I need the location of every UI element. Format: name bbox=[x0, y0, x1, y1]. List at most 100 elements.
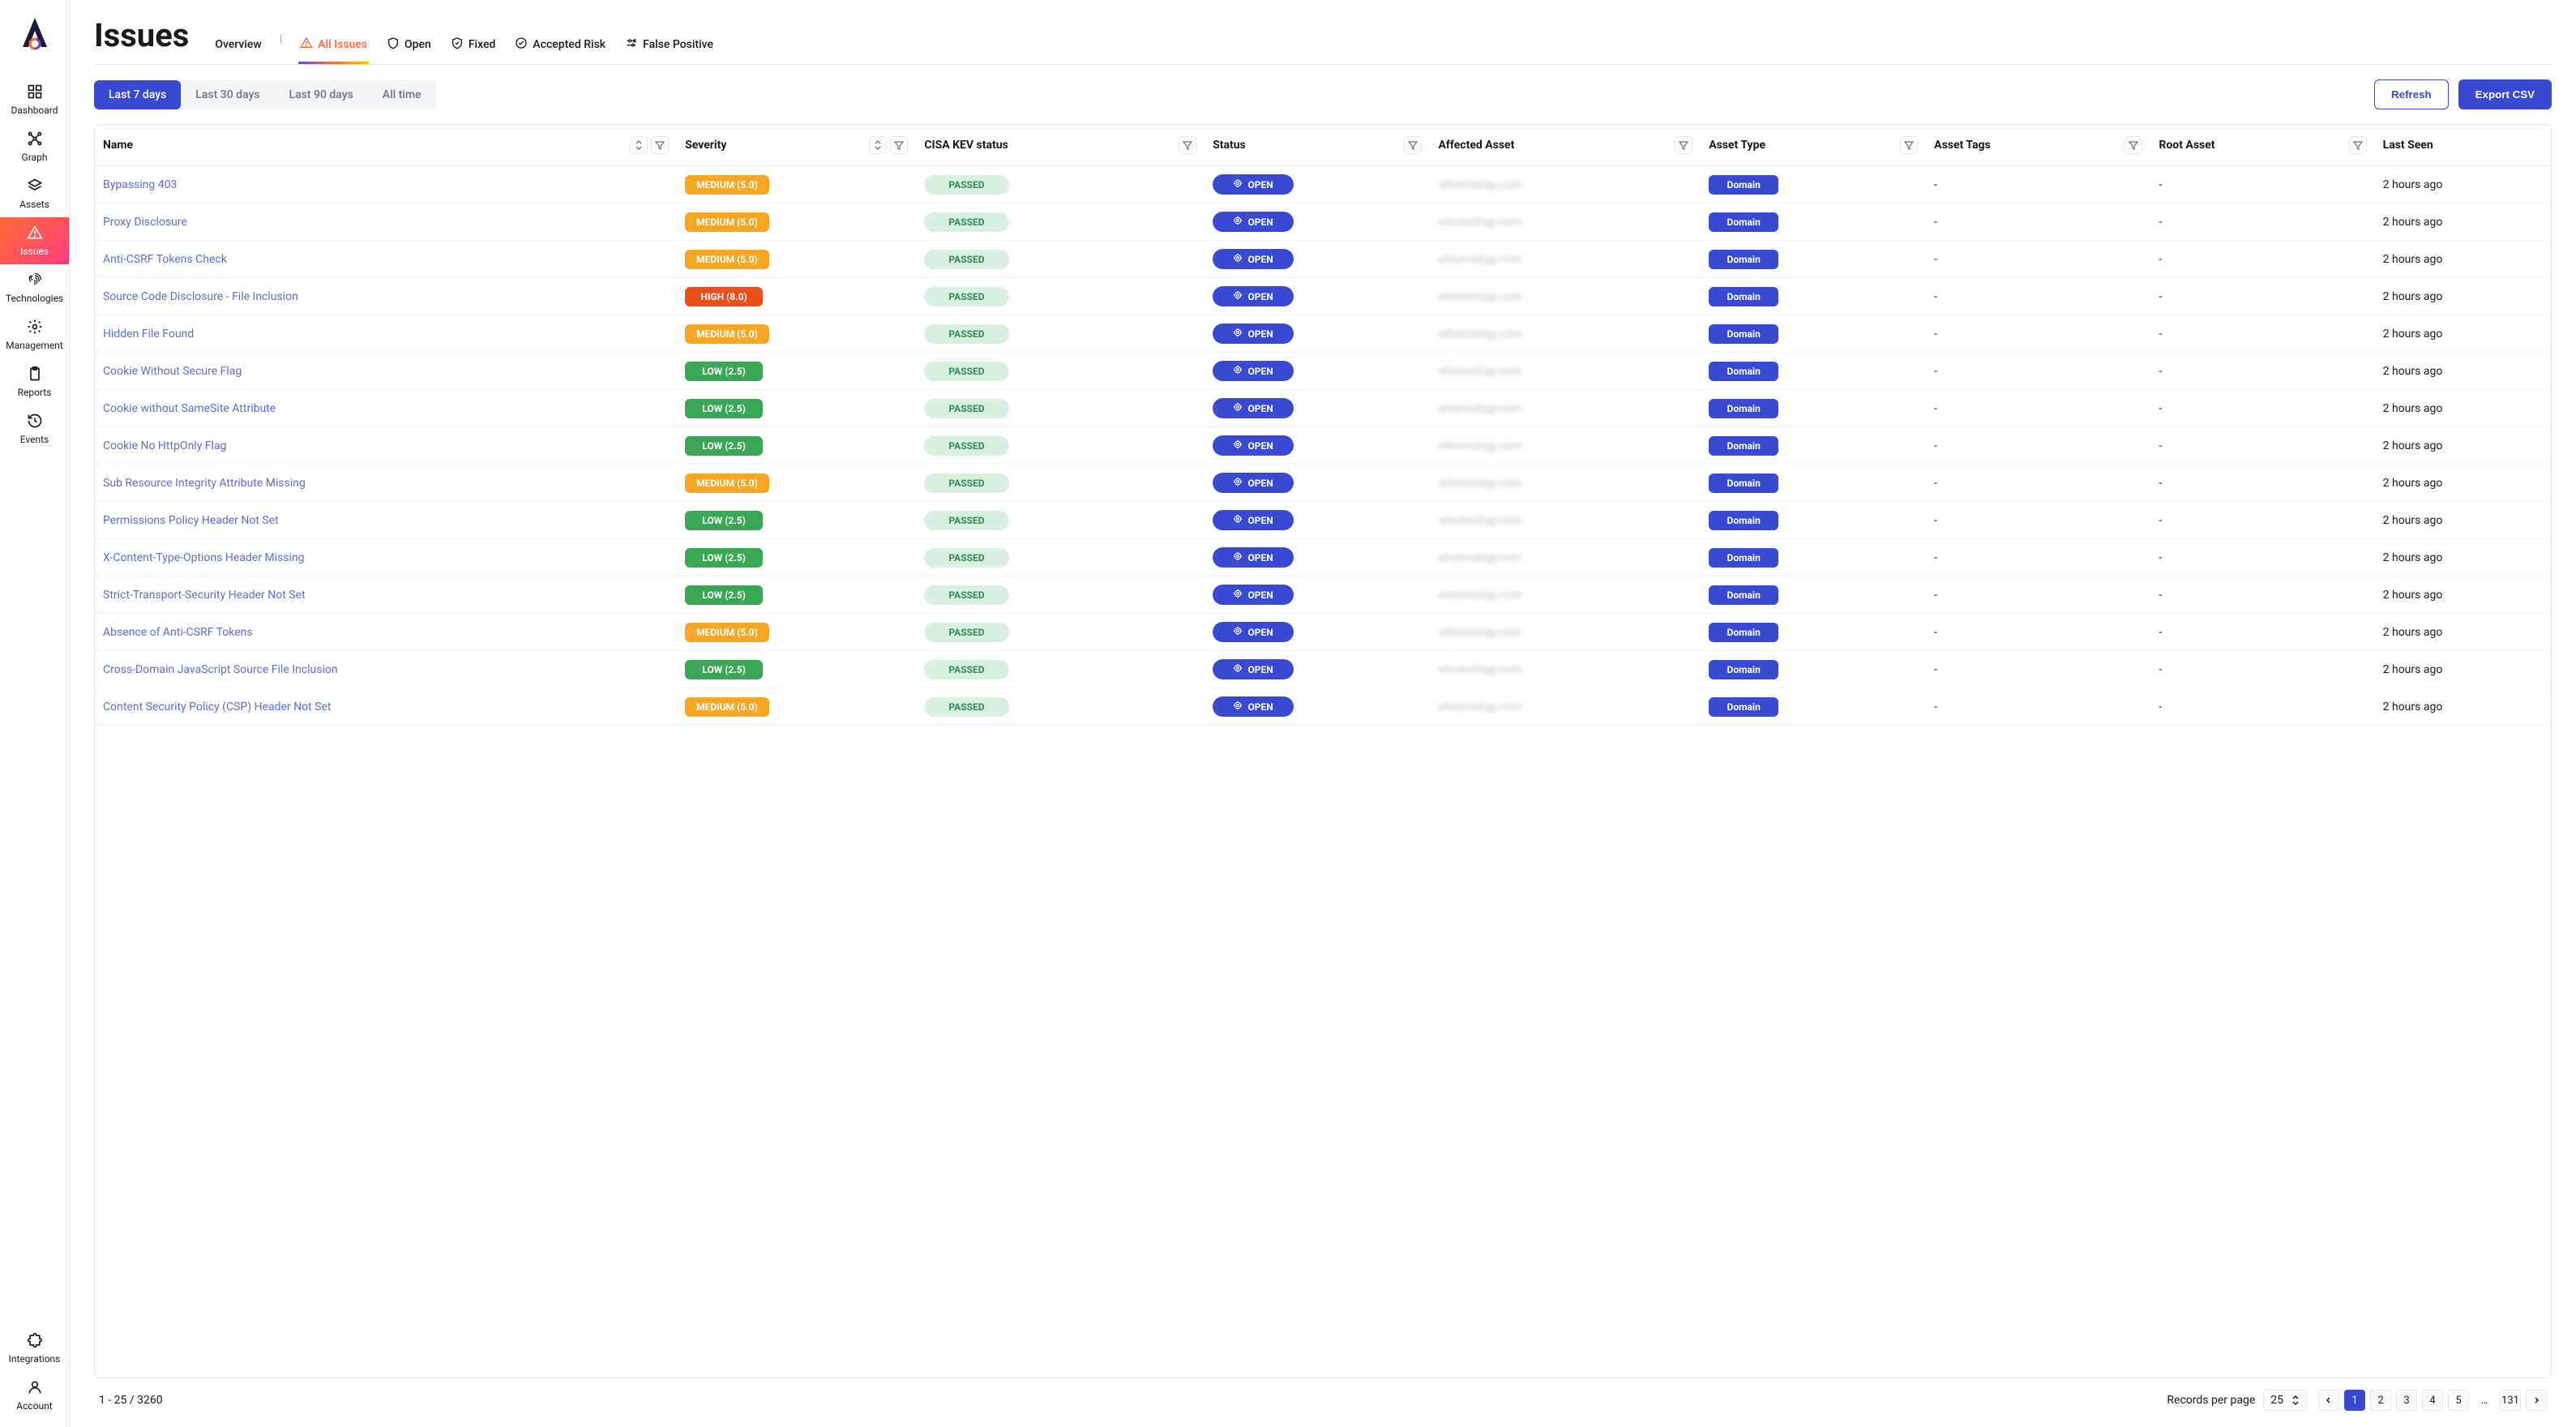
page-button-5[interactable]: 5 bbox=[2448, 1390, 2469, 1411]
time-filter-last-7-days[interactable]: Last 7 days bbox=[94, 80, 181, 109]
sidebar-item-assets[interactable]: Assets bbox=[0, 170, 69, 217]
issue-name-link[interactable]: Strict-Transport-Security Header Not Set bbox=[103, 589, 306, 602]
filter-icon[interactable] bbox=[1404, 136, 1422, 154]
issue-name-link[interactable]: Content Security Policy (CSP) Header Not… bbox=[103, 701, 331, 714]
issue-name-link[interactable]: Cookie No HttpOnly Flag bbox=[103, 439, 226, 452]
page-button-131[interactable]: 131 bbox=[2500, 1390, 2521, 1411]
issue-name-link[interactable]: Cookie without SameSite Attribute bbox=[103, 402, 276, 415]
filter-icon[interactable] bbox=[651, 136, 669, 154]
issue-name-link[interactable]: Cookie Without Secure Flag bbox=[103, 365, 242, 378]
issue-name-link[interactable]: Bypassing 403 bbox=[103, 178, 177, 191]
sidebar-item-technologies[interactable]: Technologies bbox=[0, 264, 69, 311]
sidebar-item-issues[interactable]: Issues bbox=[0, 217, 69, 264]
issue-name-link[interactable]: Permissions Policy Header Not Set bbox=[103, 514, 279, 527]
table-row[interactable]: Absence of Anti-CSRF Tokens MEDIUM (5.0)… bbox=[95, 614, 2551, 651]
page-button-1[interactable]: 1 bbox=[2344, 1390, 2365, 1411]
table-row[interactable]: Permissions Policy Header Not Set LOW (2… bbox=[95, 502, 2551, 539]
asset-type-badge: Domain bbox=[1709, 324, 1778, 344]
sidebar-item-graph[interactable]: Graph bbox=[0, 123, 69, 170]
table-row[interactable]: Cookie No HttpOnly Flag LOW (2.5) PASSED… bbox=[95, 427, 2551, 465]
root-asset-cell: - bbox=[2150, 651, 2374, 688]
kev-badge: PASSED bbox=[924, 212, 1008, 232]
last-seen-cell: 2 hours ago bbox=[2375, 651, 2551, 688]
last-seen-cell: 2 hours ago bbox=[2375, 315, 2551, 353]
asset-type-badge: Domain bbox=[1709, 287, 1778, 306]
sort-icon[interactable] bbox=[630, 136, 648, 154]
filter-icon[interactable] bbox=[1179, 136, 1196, 154]
table-row[interactable]: Source Code Disclosure - File Inclusion … bbox=[95, 278, 2551, 315]
page-next-button[interactable] bbox=[2526, 1390, 2547, 1411]
tab-label: Accepted Risk bbox=[533, 38, 605, 51]
filter-icon[interactable] bbox=[890, 136, 908, 154]
nav-label: Events bbox=[20, 434, 49, 445]
sidebar-item-management[interactable]: Management bbox=[0, 311, 69, 358]
issue-name-link[interactable]: Hidden File Found bbox=[103, 328, 194, 341]
export-csv-button[interactable]: Export CSV bbox=[2458, 79, 2552, 109]
filter-icon[interactable] bbox=[2349, 136, 2367, 154]
target-icon bbox=[1233, 402, 1243, 414]
table-row[interactable]: Cross-Domain JavaScript Source File Incl… bbox=[95, 651, 2551, 688]
issue-name-link[interactable]: Anti-CSRF Tokens Check bbox=[103, 253, 227, 266]
filter-icon[interactable] bbox=[2125, 136, 2142, 154]
table-row[interactable]: Bypassing 403 MEDIUM (5.0) PASSED OPEN w… bbox=[95, 166, 2551, 204]
target-icon bbox=[1233, 439, 1243, 452]
status-badge: OPEN bbox=[1213, 212, 1294, 232]
tab-overview[interactable]: Overview bbox=[213, 27, 263, 62]
asset-tags-cell: - bbox=[1926, 576, 2150, 614]
table-row[interactable]: Cookie without SameSite Attribute LOW (2… bbox=[95, 390, 2551, 427]
asset-tags-cell: - bbox=[1926, 651, 2150, 688]
issue-name-link[interactable]: Cross-Domain JavaScript Source File Incl… bbox=[103, 663, 338, 676]
affected-asset: whomology.com bbox=[1438, 663, 1521, 676]
tab-divider: | bbox=[280, 32, 282, 57]
sidebar-item-events[interactable]: Events bbox=[0, 405, 69, 452]
table-row[interactable]: X-Content-Type-Options Header Missing LO… bbox=[95, 539, 2551, 576]
column-header-last-seen: Last Seen bbox=[2375, 125, 2551, 166]
table-row[interactable]: Content Security Policy (CSP) Header Not… bbox=[95, 688, 2551, 726]
sidebar-item-dashboard[interactable]: Dashboard bbox=[0, 76, 69, 123]
severity-badge: LOW (2.5) bbox=[685, 436, 763, 456]
asset-type-badge: Domain bbox=[1709, 399, 1778, 418]
issue-name-link[interactable]: Source Code Disclosure - File Inclusion bbox=[103, 290, 298, 303]
table-row[interactable]: Proxy Disclosure MEDIUM (5.0) PASSED OPE… bbox=[95, 204, 2551, 241]
issue-name-link[interactable]: Absence of Anti-CSRF Tokens bbox=[103, 626, 253, 639]
page-button-2[interactable]: 2 bbox=[2370, 1390, 2391, 1411]
severity-badge: LOW (2.5) bbox=[685, 399, 763, 418]
tab-accepted-risk[interactable]: Accepted Risk bbox=[513, 25, 607, 64]
time-filter-last-30-days[interactable]: Last 30 days bbox=[181, 80, 274, 109]
sidebar-item-account[interactable]: Account bbox=[0, 1372, 69, 1419]
table-row[interactable]: Cookie Without Secure Flag LOW (2.5) PAS… bbox=[95, 353, 2551, 390]
nav-label: Graph bbox=[22, 152, 48, 163]
column-label: Affected Asset bbox=[1438, 139, 1514, 152]
issue-name-link[interactable]: X-Content-Type-Options Header Missing bbox=[103, 551, 305, 564]
page-prev-button[interactable] bbox=[2318, 1390, 2339, 1411]
sidebar-item-reports[interactable]: Reports bbox=[0, 358, 69, 405]
sidebar-item-integrations[interactable]: Integrations bbox=[0, 1325, 69, 1372]
refresh-button[interactable]: Refresh bbox=[2374, 79, 2449, 109]
tab-all-issues[interactable]: All Issues bbox=[298, 25, 369, 64]
tab-fixed[interactable]: Fixed bbox=[449, 25, 498, 64]
time-filter-all-time[interactable]: All time bbox=[368, 80, 436, 109]
tab-false-positive[interactable]: False Positive bbox=[623, 25, 715, 64]
table-row[interactable]: Strict-Transport-Security Header Not Set… bbox=[95, 576, 2551, 614]
rpp-select[interactable]: 25 bbox=[2263, 1390, 2307, 1411]
column-label: Last Seen bbox=[2383, 139, 2433, 152]
status-badge: OPEN bbox=[1213, 398, 1294, 418]
time-filter-last-90-days[interactable]: Last 90 days bbox=[275, 80, 368, 109]
tab-open[interactable]: Open bbox=[385, 25, 433, 64]
sort-icon[interactable] bbox=[869, 136, 887, 154]
column-label: Asset Tags bbox=[1934, 139, 1991, 152]
status-badge: OPEN bbox=[1213, 249, 1294, 269]
issue-name-link[interactable]: Sub Resource Integrity Attribute Missing bbox=[103, 477, 306, 490]
table-row[interactable]: Sub Resource Integrity Attribute Missing… bbox=[95, 465, 2551, 502]
table-row[interactable]: Hidden File Found MEDIUM (5.0) PASSED OP… bbox=[95, 315, 2551, 353]
target-icon bbox=[1233, 328, 1243, 340]
record-range: 1 - 25 / 3260 bbox=[99, 1394, 163, 1407]
filter-icon[interactable] bbox=[1675, 136, 1692, 154]
page-button-3[interactable]: 3 bbox=[2396, 1390, 2417, 1411]
table-row[interactable]: Anti-CSRF Tokens Check MEDIUM (5.0) PASS… bbox=[95, 241, 2551, 278]
root-asset-cell: - bbox=[2150, 614, 2374, 651]
filter-icon[interactable] bbox=[1900, 136, 1918, 154]
issue-name-link[interactable]: Proxy Disclosure bbox=[103, 216, 187, 229]
page-button-4[interactable]: 4 bbox=[2422, 1390, 2443, 1411]
root-asset-cell: - bbox=[2150, 241, 2374, 278]
